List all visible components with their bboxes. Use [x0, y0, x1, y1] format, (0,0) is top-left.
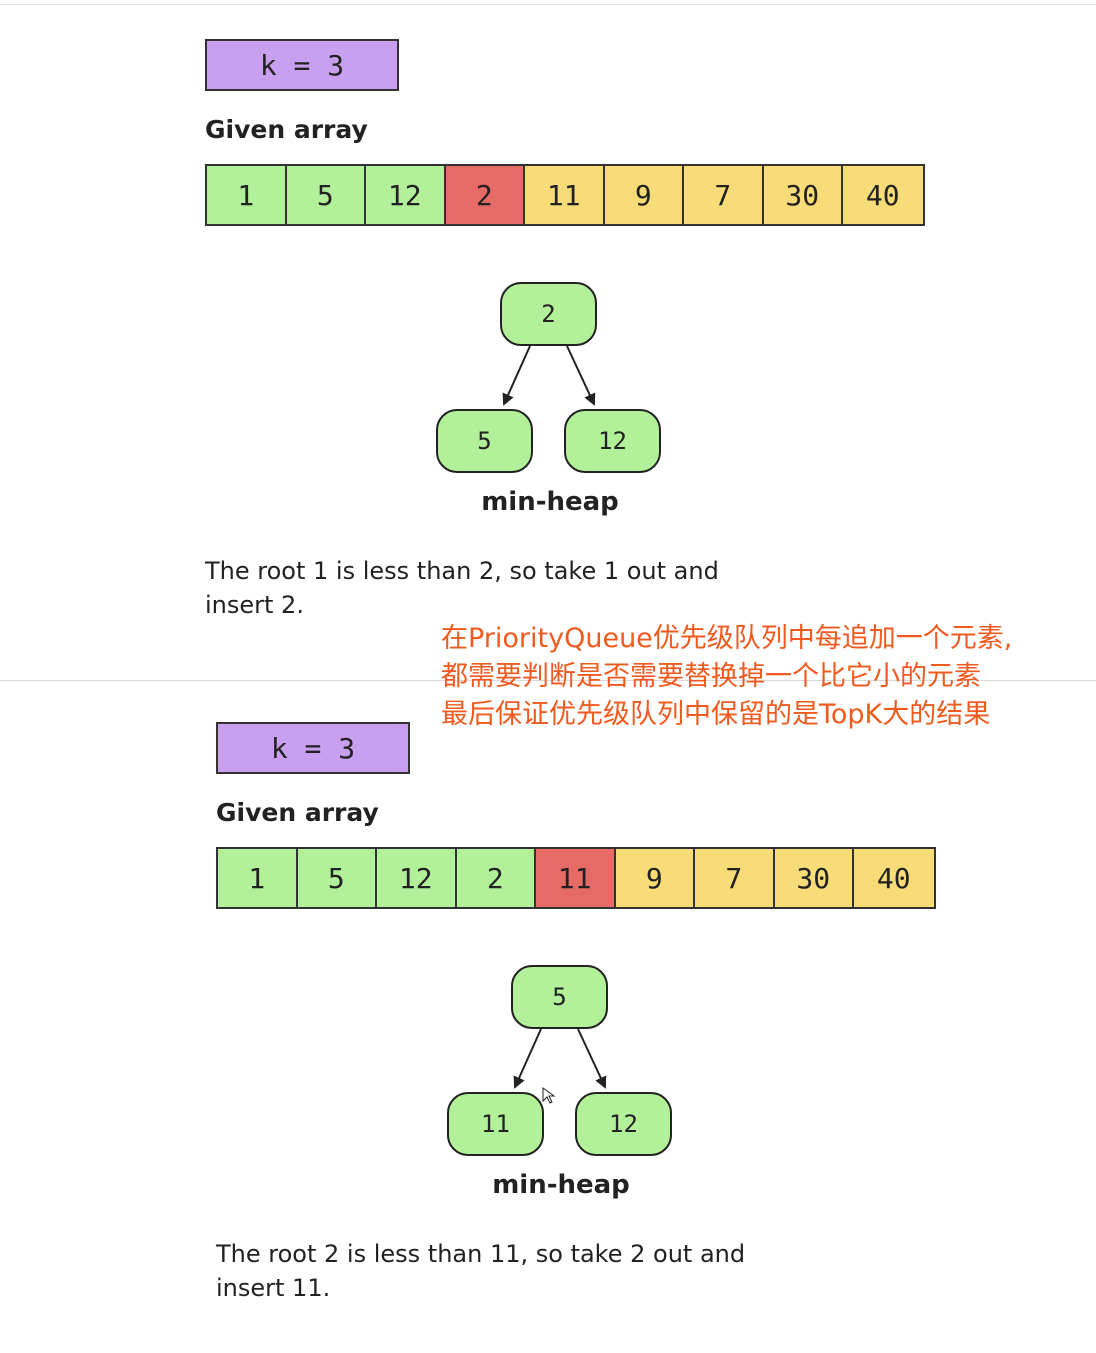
heap-right-value: 12 — [598, 427, 627, 455]
heap-root-node: 2 — [500, 282, 597, 346]
annotation-line: 都需要判断是否需要替换掉一个比它小的元素 — [441, 661, 981, 692]
mouse-cursor-icon — [542, 1087, 556, 1104]
heap-edge-right — [577, 1028, 607, 1089]
heap-left-value: 5 — [477, 427, 491, 455]
step-description: The root 2 is less than 11, so take 2 ou… — [216, 1237, 856, 1305]
step-description: The root 1 is less than 2, so take 1 out… — [205, 554, 845, 622]
annotation-line: 在PriorityQueue优先级队列中每追加一个元素, — [441, 623, 1013, 654]
description-line: insert 11. — [216, 1274, 331, 1302]
heap-root-value: 5 — [552, 983, 566, 1011]
heap-edge-left — [513, 1028, 542, 1089]
heap-edge-right — [566, 345, 596, 406]
description-line: The root 2 is less than 11, so take 2 ou… — [216, 1240, 746, 1268]
step-panel-2: k = 3 Given array 1 5 12 2 11 9 7 30 40 … — [0, 683, 1096, 1353]
annotation-line: 最后保证优先级队列中保留的是TopK大的结果 — [441, 699, 991, 730]
description-line: insert 2. — [205, 591, 304, 619]
heap-right-node: 12 — [575, 1092, 672, 1156]
annotation-note: 在PriorityQueue优先级队列中每追加一个元素, 都需要判断是否需要替换… — [441, 620, 1091, 734]
step-panel-1: k = 3 Given array 1 5 12 2 11 9 7 30 40 … — [0, 0, 1096, 670]
heap-root-value: 2 — [541, 300, 555, 328]
heap-caption: min-heap — [492, 1170, 630, 1200]
heap-right-node: 12 — [564, 409, 661, 473]
heap-left-value: 11 — [481, 1110, 510, 1138]
heap-caption: min-heap — [481, 487, 619, 517]
heap-root-node: 5 — [511, 965, 608, 1029]
heap-left-node: 5 — [436, 409, 533, 473]
heap-edge-left — [502, 345, 531, 406]
heap-left-node: 11 — [447, 1092, 544, 1156]
heap-right-value: 12 — [609, 1110, 638, 1138]
description-line: The root 1 is less than 2, so take 1 out… — [205, 557, 719, 585]
